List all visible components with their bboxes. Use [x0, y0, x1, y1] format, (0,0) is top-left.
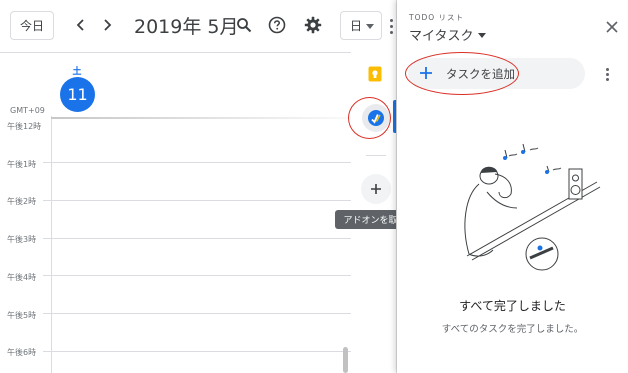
hour-label: 午後4時 [7, 273, 37, 282]
hour-gridline [43, 238, 351, 239]
empty-state-title: すべて完了しました [459, 299, 566, 313]
date-badge[interactable]: 11 [60, 77, 95, 112]
hour-label: 午後6時 [7, 348, 37, 357]
annotation-circle [348, 97, 391, 139]
chevron-right-icon[interactable] [96, 14, 118, 36]
hour-gridline [43, 313, 351, 314]
panel-eyebrow: TODO リスト [409, 13, 465, 22]
more-vert-icon[interactable] [387, 15, 395, 37]
timezone-label: GMT+09 [10, 106, 45, 115]
hour-label: 午後2時 [7, 197, 37, 206]
header-divider [0, 52, 397, 53]
all-done-illustration [464, 143, 601, 271]
more-vert-icon[interactable] [604, 66, 610, 82]
hour-label: 午後12時 [7, 122, 42, 131]
caret-down-icon [366, 24, 374, 29]
weekday-label: 土 [72, 67, 82, 77]
hour-label: 午後3時 [7, 235, 37, 244]
hour-gridline [43, 351, 351, 352]
annotation-circle [405, 52, 519, 95]
task-list-selector[interactable]: マイタスク [409, 25, 473, 44]
all-day-divider [51, 117, 351, 119]
view-select-value: 日 [350, 19, 363, 33]
hour-label: 午後5時 [7, 311, 37, 320]
strip-divider [366, 155, 386, 156]
today-button[interactable]: 今日 [10, 11, 54, 40]
hour-gridline [43, 275, 351, 276]
add-icon[interactable] [361, 174, 391, 204]
view-select[interactable]: 日 [340, 11, 382, 40]
month-title: 2019年 5月 [134, 16, 239, 38]
caret-down-icon[interactable] [478, 33, 486, 38]
hour-gridline [43, 200, 351, 201]
keep-icon[interactable] [368, 66, 382, 82]
chevron-left-icon[interactable] [70, 14, 92, 36]
hour-label: 午後1時 [7, 160, 37, 169]
top-header: 今日 2019年 5月 日 [0, 0, 397, 52]
close-icon[interactable] [603, 18, 621, 36]
search-icon[interactable] [233, 14, 255, 36]
grid-border [51, 116, 52, 373]
tasks-panel: TODO リスト マイタスク タスクを追加 すべて完了しました すべてのタスクを… [397, 0, 628, 373]
help-icon[interactable] [266, 14, 288, 36]
gear-icon[interactable] [302, 14, 324, 36]
empty-state-subtitle: すべてのタスクを完了しました。 [441, 324, 584, 335]
grid-scrollbar[interactable] [343, 347, 348, 373]
hour-gridline [43, 162, 351, 163]
